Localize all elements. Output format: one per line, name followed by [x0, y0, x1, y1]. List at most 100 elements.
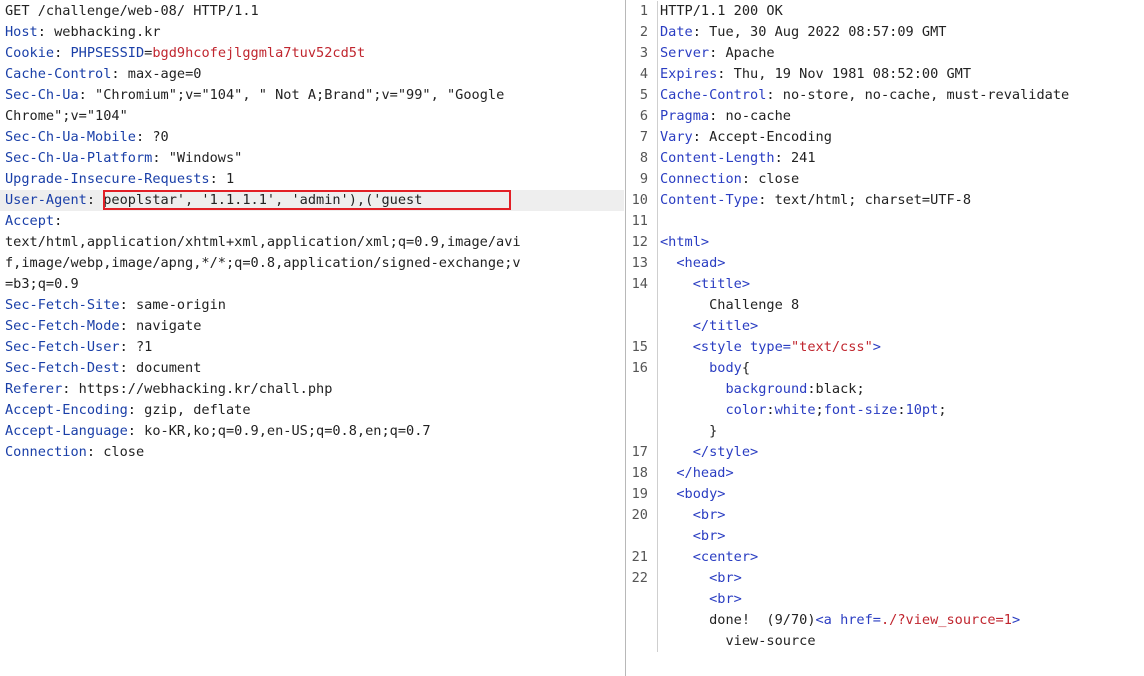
request-line[interactable]: Host: webhacking.kr	[0, 22, 624, 43]
token: Cache-Control	[660, 87, 767, 103]
response-line[interactable]: 10 Content-Type: text/html; charset=UTF-8	[627, 190, 1144, 211]
response-line[interactable]: 12 <html>	[627, 232, 1144, 253]
request-line[interactable]: text/html,application/xhtml+xml,applicat…	[0, 232, 624, 253]
request-line[interactable]: Accept-Language: ko-KR,ko;q=0.9,en-US;q=…	[0, 421, 624, 442]
request-line[interactable]: GET /challenge/web-08/ HTTP/1.1	[0, 1, 624, 22]
request-line[interactable]: Connection: close	[0, 442, 624, 463]
response-line[interactable]: done! (9/70)<a href=./?view_source=1>	[627, 610, 1144, 631]
header-value: f,image/webp,image/apng,*/*;q=0.8,applic…	[5, 255, 521, 271]
token: <html>	[660, 234, 710, 250]
request-line-text: Sec-Ch-Ua-Mobile: ?0	[5, 127, 169, 148]
response-line[interactable]: 14 <title>	[627, 274, 1144, 295]
line-number: 6	[639, 108, 648, 124]
response-line[interactable]: 19 <body>	[627, 484, 1144, 505]
request-line-text: Connection: close	[5, 442, 144, 463]
line-number: 7	[639, 129, 648, 145]
response-line[interactable]: 1 HTTP/1.1 200 OK	[627, 1, 1144, 22]
request-line-user-agent[interactable]: User-Agent: peoplstar', '1.1.1.1', 'admi…	[0, 190, 624, 211]
header-value: close	[103, 444, 145, 460]
response-line-text: <body>	[660, 484, 725, 505]
response-line[interactable]: 22 <br>	[627, 568, 1144, 589]
response-line[interactable]: <br>	[627, 526, 1144, 547]
response-line-text: <html>	[660, 232, 709, 253]
header-value: document	[135, 360, 202, 376]
request-line[interactable]: Sec-Ch-Ua-Mobile: ?0	[0, 127, 624, 148]
response-line[interactable]: 17 </style>	[627, 442, 1144, 463]
response-line[interactable]: 5 Cache-Control: no-store, no-cache, must…	[627, 85, 1144, 106]
pane-divider[interactable]	[625, 0, 626, 676]
token: done! (9/70)	[660, 612, 816, 628]
response-line[interactable]: 21 <center>	[627, 547, 1144, 568]
response-line[interactable]: 15 <style type="text/css">	[627, 337, 1144, 358]
token: <br>	[660, 507, 726, 523]
token: body	[660, 360, 742, 376]
request-line[interactable]: =b3;q=0.9	[0, 274, 624, 295]
request-line-text: Sec-Fetch-Dest: document	[5, 358, 201, 379]
token: type=	[750, 339, 791, 355]
line-number-gutter	[657, 358, 658, 379]
token: black	[815, 381, 857, 397]
response-line[interactable]: 3 Server: Apache	[627, 43, 1144, 64]
line-number: 22	[631, 570, 648, 586]
header-separator: :	[119, 318, 136, 334]
line-number: 11	[631, 213, 648, 229]
line-number-gutter	[657, 547, 658, 568]
token: : close	[741, 171, 800, 187]
response-line[interactable]: 18 </head>	[627, 463, 1144, 484]
token: <body>	[660, 486, 726, 502]
response-line[interactable]: 2 Date: Tue, 30 Aug 2022 08:57:09 GMT	[627, 22, 1144, 43]
response-line[interactable]: 7 Vary: Accept-Encoding	[627, 127, 1144, 148]
response-line[interactable]: 20 <br>	[627, 505, 1144, 526]
line-number-gutter	[657, 295, 658, 316]
request-line[interactable]: Cache-Control: max-age=0	[0, 64, 624, 85]
response-line[interactable]: 6 Pragma: no-cache	[627, 106, 1144, 127]
response-line-text: HTTP/1.1 200 OK	[660, 1, 783, 22]
response-line[interactable]: <br>	[627, 589, 1144, 610]
response-line[interactable]: </title>	[627, 316, 1144, 337]
response-line[interactable]: 8 Content-Length: 241	[627, 148, 1144, 169]
header-value: gzip, deflate	[144, 402, 251, 418]
header-name: Sec-Fetch-Dest	[5, 360, 120, 376]
response-line[interactable]: 13 <head>	[627, 253, 1144, 274]
token: : Apache	[709, 45, 775, 61]
header-value: "Chromium";v="104", " Not A;Brand";v="99…	[95, 87, 505, 103]
request-line[interactable]: f,image/webp,image/apng,*/*;q=0.8,applic…	[0, 253, 624, 274]
response-line[interactable]: 9 Connection: close	[627, 169, 1144, 190]
request-line[interactable]: Sec-Fetch-Site: same-origin	[0, 295, 624, 316]
token: <br>	[660, 591, 742, 607]
header-name: Accept-Encoding	[5, 402, 128, 418]
line-number: 15	[631, 339, 648, 355]
request-line[interactable]: Accept:	[0, 211, 624, 232]
request-line[interactable]: Sec-Fetch-User: ?1	[0, 337, 624, 358]
response-line[interactable]: }	[627, 421, 1144, 442]
line-number: 21	[631, 549, 648, 565]
response-line[interactable]: Challenge 8	[627, 295, 1144, 316]
header-value: 1	[225, 171, 235, 187]
response-line[interactable]: color:white;font-size:10pt;	[627, 400, 1144, 421]
request-line[interactable]: Chrome";v="104"	[0, 106, 624, 127]
request-line[interactable]: Cookie: PHPSESSID=bgd9hcofejlggmla7tuv52…	[0, 43, 624, 64]
response-line[interactable]: 16 body{	[627, 358, 1144, 379]
request-line[interactable]: Sec-Fetch-Dest: document	[0, 358, 624, 379]
line-number-gutter	[657, 400, 658, 421]
token: : text/html; charset=UTF-8	[758, 192, 972, 208]
request-editor[interactable]: GET /challenge/web-08/ HTTP/1.1 Host: web…	[0, 0, 624, 676]
request-line[interactable]: Referer: https://webhacking.kr/chall.php	[0, 379, 624, 400]
request-line-text: f,image/webp,image/apng,*/*;q=0.8,applic…	[5, 253, 521, 274]
request-line[interactable]: Sec-Fetch-Mode: navigate	[0, 316, 624, 337]
token: HTTP/1.1 200 OK	[660, 3, 783, 19]
token: Vary	[660, 129, 693, 145]
request-line[interactable]: Sec-Ch-Ua: "Chromium";v="104", " Not A;B…	[0, 85, 624, 106]
response-viewer[interactable]: 1 HTTP/1.1 200 OK 2 Date: Tue, 30 Aug 2022 …	[627, 0, 1144, 676]
response-line-text: done! (9/70)<a href=./?view_source=1>	[660, 610, 1020, 631]
request-line[interactable]: Accept-Encoding: gzip, deflate	[0, 400, 624, 421]
response-line[interactable]: background:black;	[627, 379, 1144, 400]
request-line-text: Cache-Control: max-age=0	[5, 64, 201, 85]
response-line[interactable]: 11	[627, 211, 1144, 232]
request-line[interactable]: Upgrade-Insecure-Requests: 1	[0, 169, 624, 190]
response-line[interactable]: 4 Expires: Thu, 19 Nov 1981 08:52:00 GMT	[627, 64, 1144, 85]
request-line[interactable]: Sec-Ch-Ua-Platform: "Windows"	[0, 148, 624, 169]
response-line[interactable]: view-source	[627, 631, 1144, 652]
token: : no-cache	[709, 108, 791, 124]
line-number-gutter	[657, 568, 658, 589]
